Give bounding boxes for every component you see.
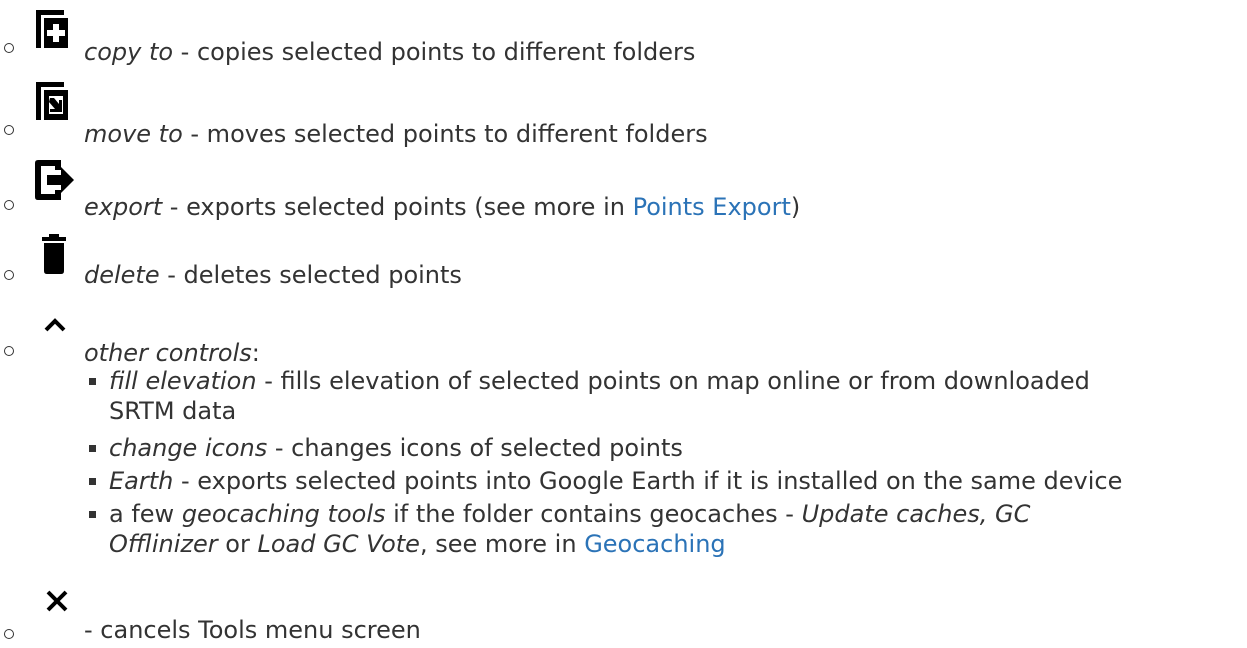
subitem-desc: - exports selected points into Google Ea…	[173, 467, 1123, 495]
item-desc: - copies selected points to different fo…	[173, 38, 696, 66]
subitem-desc-cont: SRTM data	[109, 397, 237, 425]
points-export-link[interactable]: Points Export	[633, 193, 791, 221]
trash-icon[interactable]	[42, 234, 66, 274]
item-label: delete	[84, 261, 160, 289]
export-icon[interactable]	[35, 160, 75, 200]
item-text: other controls:	[84, 338, 260, 368]
subitem-post: , see more in	[419, 530, 585, 558]
bullet	[4, 43, 14, 53]
bullet	[4, 125, 14, 135]
subitem-label: fill elevation	[109, 367, 257, 395]
copy-to-icon[interactable]	[36, 10, 68, 48]
item-label: move to	[84, 120, 183, 148]
subitem-desc: - changes icons of selected points	[267, 434, 683, 462]
item-text: delete - deletes selected points	[84, 260, 462, 290]
subitem-geocaching-tools: a few geocaching tools if the folder con…	[109, 499, 1229, 559]
square-bullet	[89, 445, 96, 452]
item-desc: - exports selected points (see more in	[162, 193, 633, 221]
subitem-em2: Offlinizer	[109, 530, 218, 558]
item-text: export - exports selected points (see mo…	[84, 192, 800, 222]
list-item-move-to: move to - moves selected points to diffe…	[0, 82, 1247, 154]
subitem-label: Earth	[109, 467, 174, 495]
item-desc: - deletes selected points	[159, 261, 462, 289]
chevron-up-icon[interactable]	[43, 318, 67, 332]
bullet	[4, 270, 14, 280]
bullet	[4, 629, 14, 639]
list-item-delete: delete - deletes selected points	[0, 234, 1247, 302]
bullet	[4, 200, 14, 210]
item-label: other controls	[84, 339, 252, 367]
list-item-other-controls: other controls:	[0, 306, 1247, 368]
sublist-other-controls: fill elevation - fills elevation of sele…	[0, 366, 1247, 584]
subitem-mid: if the folder contains geocaches -	[385, 500, 802, 528]
move-to-icon[interactable]	[36, 82, 68, 120]
list-item-cancel: - cancels Tools menu screen	[0, 584, 1247, 648]
subitem-change-icons: change icons - changes icons of selected…	[109, 433, 1229, 463]
item-text: move to - moves selected points to diffe…	[84, 119, 708, 149]
square-bullet	[89, 511, 96, 518]
item-label: copy to	[84, 38, 174, 66]
subitem-em3: Load GC Vote	[257, 530, 420, 558]
item-text: copy to - copies selected points to diff…	[84, 37, 695, 67]
item-label: export	[84, 193, 163, 221]
subitem-desc: - fills elevation of selected points on …	[256, 367, 1090, 395]
list-item-copy-to: copy to - copies selected points to diff…	[0, 0, 1247, 72]
square-bullet	[89, 378, 96, 385]
subitem-earth: Earth - exports selected points into Goo…	[109, 466, 1229, 496]
subitem-em1: Update caches, GC	[801, 500, 1031, 528]
item-text: - cancels Tools menu screen	[84, 615, 421, 645]
subitem-label: change icons	[109, 434, 268, 462]
item-desc-end: )	[790, 193, 801, 221]
geocaching-link[interactable]: Geocaching	[584, 530, 725, 558]
item-desc: - moves selected points to different fol…	[182, 120, 708, 148]
item-desc: - cancels Tools menu screen	[84, 616, 421, 644]
square-bullet	[89, 478, 96, 485]
subitem-pre: a few	[109, 500, 182, 528]
subitem-label: geocaching tools	[181, 500, 386, 528]
close-icon[interactable]	[46, 590, 68, 612]
bullet	[4, 346, 14, 356]
item-desc: :	[251, 339, 260, 367]
subitem-fill-elevation: fill elevation - fills elevation of sele…	[109, 366, 1229, 426]
subitem-or: or	[217, 530, 258, 558]
list-item-export: export - exports selected points (see mo…	[0, 160, 1247, 230]
